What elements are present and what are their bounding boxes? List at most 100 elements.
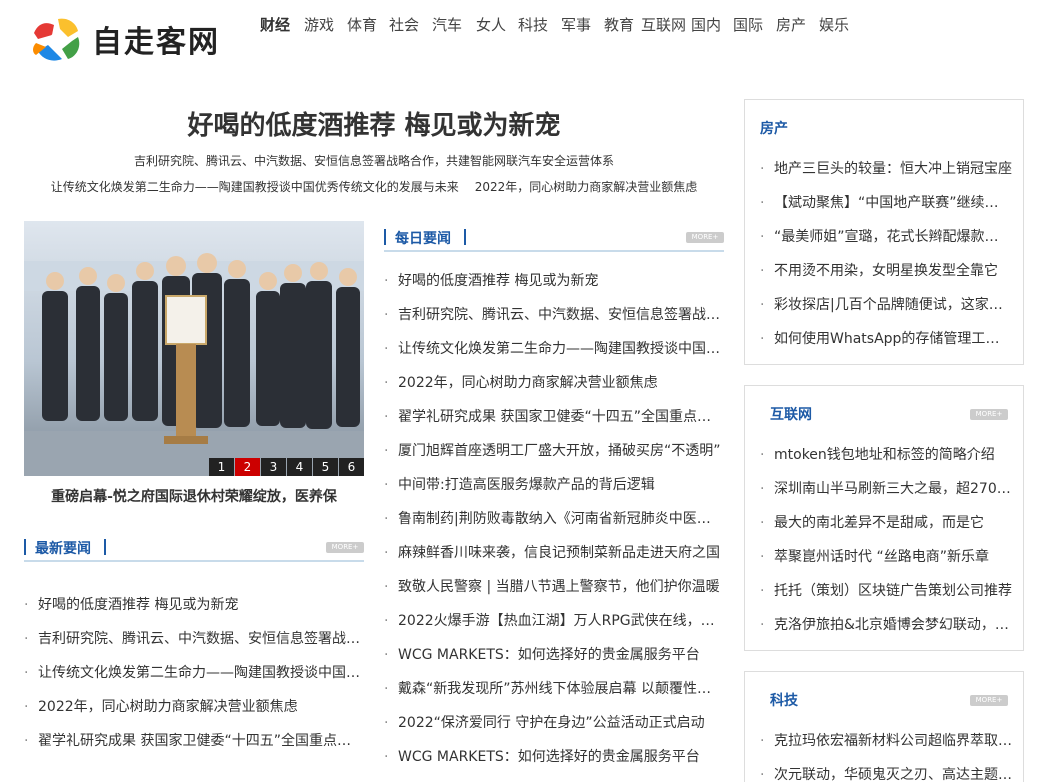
nav-item-women[interactable]: 女人 bbox=[476, 14, 506, 35]
list-item[interactable]: 2022年，同心树助力商家解决营业额焦虑 bbox=[384, 366, 724, 400]
nav-item-domestic[interactable]: 国内 bbox=[691, 14, 721, 35]
list-item-link[interactable]: 克洛伊旅拍&北京婚博会梦幻联动，惊喜不断 bbox=[774, 617, 1012, 633]
list-item-link[interactable]: mtoken钱包地址和标签的简略介绍 bbox=[774, 447, 995, 463]
list-item-link[interactable]: 2022火爆手游【热血江湖】万人RPG武侠在线，快来体验 bbox=[398, 613, 724, 629]
list-item-link[interactable]: 2022年，同心树助力商家解决营业额焦虑 bbox=[398, 375, 658, 391]
latest-more-button[interactable]: MORE+ bbox=[326, 542, 364, 553]
list-item-link[interactable]: 次元联动，华硕鬼灭之刃、高达主题新品 bbox=[774, 767, 1012, 782]
list-item[interactable]: 麻辣鲜香川味来袭，信良记预制菜新品走进天府之国 bbox=[384, 536, 724, 570]
headline-sub-link-1[interactable]: 吉利研究院、腾讯云、中汽数据、安恒信息签署战略合作，共建智能网联汽车安全运营体系 bbox=[134, 154, 614, 168]
internet-more-button[interactable]: MORE+ bbox=[970, 409, 1008, 420]
nav-item-education[interactable]: 教育 bbox=[604, 14, 634, 35]
headline-title[interactable]: 好喝的低度酒推荐 梅见或为新宠 bbox=[24, 105, 724, 142]
list-item[interactable]: 【斌动聚焦】“中国地产联赛”继续火热进行 bbox=[760, 186, 1012, 220]
list-item[interactable]: 2022年，同心树助力商家解决营业额焦虑 bbox=[24, 690, 364, 724]
list-item-link[interactable]: 好喝的低度酒推荐 梅见或为新宠 bbox=[398, 273, 598, 289]
list-item-link[interactable]: 克拉玛依宏福新材料公司超临界萃取项目 bbox=[774, 733, 1012, 749]
list-item-link[interactable]: 让传统文化焕发第二生命力——陶建国教授谈中国优秀传统文化 bbox=[38, 665, 364, 681]
nav-item-sports[interactable]: 体育 bbox=[347, 14, 377, 35]
list-item[interactable]: 吉利研究院、腾讯云、中汽数据、安恒信息签署战略合作 bbox=[24, 622, 364, 656]
list-item[interactable]: 不用烫不用染，女明星换发型全靠它 bbox=[760, 254, 1012, 288]
list-item[interactable]: 厦门旭辉首座透明工厂盛大开放，捅破买房“不透明” bbox=[384, 434, 724, 468]
list-item[interactable]: 克洛伊旅拍&北京婚博会梦幻联动，惊喜不断 bbox=[760, 608, 1012, 642]
photo-slider[interactable]: 1 2 3 4 5 6 bbox=[24, 221, 364, 476]
site-logo[interactable]: 自走客网 bbox=[28, 12, 228, 66]
list-item-link[interactable]: 麻辣鲜香川味来袭，信良记预制菜新品走进天府之国 bbox=[398, 545, 720, 561]
list-item[interactable]: 戴森“新我发现所”苏州线下体验展启幕 以颠覆性科技 bbox=[384, 672, 724, 706]
list-item-link[interactable]: 翟学礼研究成果 获国家卫健委“十四五”全国重点推广项目 bbox=[38, 733, 364, 749]
list-item[interactable]: 致敬人民警察 | 当腊八节遇上警察节，他们护你温暖 bbox=[384, 570, 724, 604]
list-item-link[interactable]: 【斌动聚焦】“中国地产联赛”继续火热进行 bbox=[774, 195, 1012, 211]
list-item-link[interactable]: WCG MARKETS：如何选择好的贵金属服务平台 bbox=[398, 749, 700, 765]
list-item[interactable]: 如何使用WhatsApp的存储管理工具释放空间 bbox=[760, 322, 1012, 356]
list-item-link[interactable]: 厦门旭辉首座透明工厂盛大开放，捅破买房“不透明” bbox=[398, 443, 721, 459]
list-item[interactable]: 托托（策划）区块链广告策划公司推荐 bbox=[760, 574, 1012, 608]
slider-caption[interactable]: 重磅启幕-悦之府国际退休村荣耀绽放，医养保 bbox=[24, 486, 364, 506]
nav-item-auto[interactable]: 汽车 bbox=[432, 14, 462, 35]
list-item-link[interactable]: 最大的南北差异不是甜咸，而是它 bbox=[774, 515, 984, 531]
list-item-link[interactable]: 好喝的低度酒推荐 梅见或为新宠 bbox=[38, 597, 238, 613]
nav-item-games[interactable]: 游戏 bbox=[304, 14, 334, 35]
headline-sub-link-3[interactable]: 2022年，同心树助力商家解决营业额焦虑 bbox=[475, 180, 698, 194]
list-item-link[interactable]: 鲁南制药|荆防败毒散纳入《河南省新冠肺炎中医药防治方案》 bbox=[398, 511, 724, 527]
list-item-link[interactable]: 让传统文化焕发第二生命力——陶建国教授谈中国优秀传统文化的发展与未来 bbox=[398, 341, 724, 357]
nav-item-international[interactable]: 国际 bbox=[733, 14, 763, 35]
list-item-link[interactable]: 深圳南山半马刷新三大之最，超27000人参赛 bbox=[774, 481, 1012, 497]
list-item[interactable]: 2022火爆手游【热血江湖】万人RPG武侠在线，快来体验 bbox=[384, 604, 724, 638]
slider-page-2[interactable]: 2 bbox=[235, 458, 260, 476]
slider-page-5[interactable]: 5 bbox=[313, 458, 338, 476]
list-item-link[interactable]: 不用烫不用染，女明星换发型全靠它 bbox=[774, 263, 998, 279]
slider-page-1[interactable]: 1 bbox=[209, 458, 234, 476]
list-item-link[interactable]: 翟学礼研究成果 获国家卫健委“十四五”全国重点推广项目 bbox=[398, 409, 724, 425]
nav-item-realestate[interactable]: 房产 bbox=[776, 14, 806, 35]
slider-page-6[interactable]: 6 bbox=[339, 458, 364, 476]
list-item[interactable]: 萃聚崑州话时代 “丝路电商”新乐章 bbox=[760, 540, 1012, 574]
list-item[interactable]: 彩妆探店|几百个品牌随便试，这家店太好逛 bbox=[760, 288, 1012, 322]
list-item[interactable]: 中间带:打造高医服务爆款产品的背后逻辑 bbox=[384, 468, 724, 502]
list-item-link[interactable]: 中间带:打造高医服务爆款产品的背后逻辑 bbox=[398, 477, 655, 493]
nav-item-tech[interactable]: 科技 bbox=[518, 14, 548, 35]
list-item[interactable]: 鲁南制药|荆防败毒散纳入《河南省新冠肺炎中医药防治方案》 bbox=[384, 502, 724, 536]
list-item[interactable]: mtoken钱包地址和标签的简略介绍 bbox=[760, 438, 1012, 472]
list-item-link[interactable]: 萃聚崑州话时代 “丝路电商”新乐章 bbox=[774, 549, 989, 565]
list-item-link[interactable]: 地产三巨头的较量：恒大冲上销冠宝座 bbox=[774, 161, 1012, 177]
list-item[interactable]: 好喝的低度酒推荐 梅见或为新宠 bbox=[24, 588, 364, 622]
list-item[interactable]: 吉利研究院、腾讯云、中汽数据、安恒信息签署战略合作，共建智能网联汽车安全运营体系 bbox=[384, 298, 724, 332]
tech-more-button[interactable]: MORE+ bbox=[970, 695, 1008, 706]
slider-page-4[interactable]: 4 bbox=[287, 458, 312, 476]
list-item-link[interactable]: 如何使用WhatsApp的存储管理工具释放空间 bbox=[774, 331, 1012, 347]
list-item[interactable]: WCG MARKETS：如何选择好的贵金属服务平台 bbox=[384, 740, 724, 774]
tech-title[interactable]: 科技 bbox=[770, 690, 798, 710]
list-item[interactable]: “最美师姐”宣璐，花式长辫配爆款穿搭 bbox=[760, 220, 1012, 254]
headline-sub-link-2[interactable]: 让传统文化焕发第二生命力——陶建国教授谈中国优秀传统文化的发展与未来 bbox=[51, 180, 459, 194]
list-item-link[interactable]: 2022“保济爱同行 守护在身边”公益活动正式启动 bbox=[398, 715, 705, 731]
list-item[interactable]: 翟学礼研究成果 获国家卫健委“十四五”全国重点推广项目 bbox=[24, 724, 364, 758]
list-item[interactable]: 次元联动，华硕鬼灭之刃、高达主题新品 bbox=[760, 758, 1012, 782]
list-item[interactable]: 2022“保济爱同行 守护在身边”公益活动正式启动 bbox=[384, 706, 724, 740]
list-item[interactable]: WCG MARKETS：如何选择好的贵金属服务平台 bbox=[384, 638, 724, 672]
slider-page-3[interactable]: 3 bbox=[261, 458, 286, 476]
list-item-link[interactable]: 2022年，同心树助力商家解决营业额焦虑 bbox=[38, 699, 298, 715]
list-item-link[interactable]: WCG MARKETS：如何选择好的贵金属服务平台 bbox=[398, 647, 700, 663]
daily-more-button[interactable]: MORE+ bbox=[686, 232, 724, 243]
list-item-link[interactable]: 彩妆探店|几百个品牌随便试，这家店太好逛 bbox=[774, 297, 1012, 313]
list-item[interactable]: 让传统文化焕发第二生命力——陶建国教授谈中国优秀传统文化的发展与未来 bbox=[384, 332, 724, 366]
nav-item-society[interactable]: 社会 bbox=[389, 14, 419, 35]
list-item[interactable]: 好喝的低度酒推荐 梅见或为新宠 bbox=[384, 264, 724, 298]
list-item[interactable]: 最大的南北差异不是甜咸，而是它 bbox=[760, 506, 1012, 540]
list-item-link[interactable]: 致敬人民警察 | 当腊八节遇上警察节，他们护你温暖 bbox=[398, 579, 720, 595]
list-item-link[interactable]: “最美师姐”宣璐，花式长辫配爆款穿搭 bbox=[774, 229, 1012, 245]
list-item[interactable]: 地产三巨头的较量：恒大冲上销冠宝座 bbox=[760, 152, 1012, 186]
list-item[interactable]: 克拉玛依宏福新材料公司超临界萃取项目 bbox=[760, 724, 1012, 758]
list-item-link[interactable]: 吉利研究院、腾讯云、中汽数据、安恒信息签署战略合作，共建智能网联汽车安全运营体系 bbox=[398, 307, 724, 323]
nav-item-finance[interactable]: 财经 bbox=[260, 14, 290, 35]
list-item-link[interactable]: 戴森“新我发现所”苏州线下体验展启幕 以颠覆性科技 bbox=[398, 681, 724, 697]
list-item[interactable]: 翟学礼研究成果 获国家卫健委“十四五”全国重点推广项目 bbox=[384, 400, 724, 434]
list-item[interactable]: 深圳南山半马刷新三大之最，超27000人参赛 bbox=[760, 472, 1012, 506]
nav-item-military[interactable]: 军事 bbox=[561, 14, 591, 35]
internet-title[interactable]: 互联网 bbox=[770, 404, 812, 424]
nav-item-entertainment[interactable]: 娱乐 bbox=[819, 14, 849, 35]
list-item-link[interactable]: 吉利研究院、腾讯云、中汽数据、安恒信息签署战略合作 bbox=[38, 631, 364, 647]
realestate-title[interactable]: 房产 bbox=[760, 118, 788, 138]
list-item-link[interactable]: 托托（策划）区块链广告策划公司推荐 bbox=[774, 583, 1012, 599]
